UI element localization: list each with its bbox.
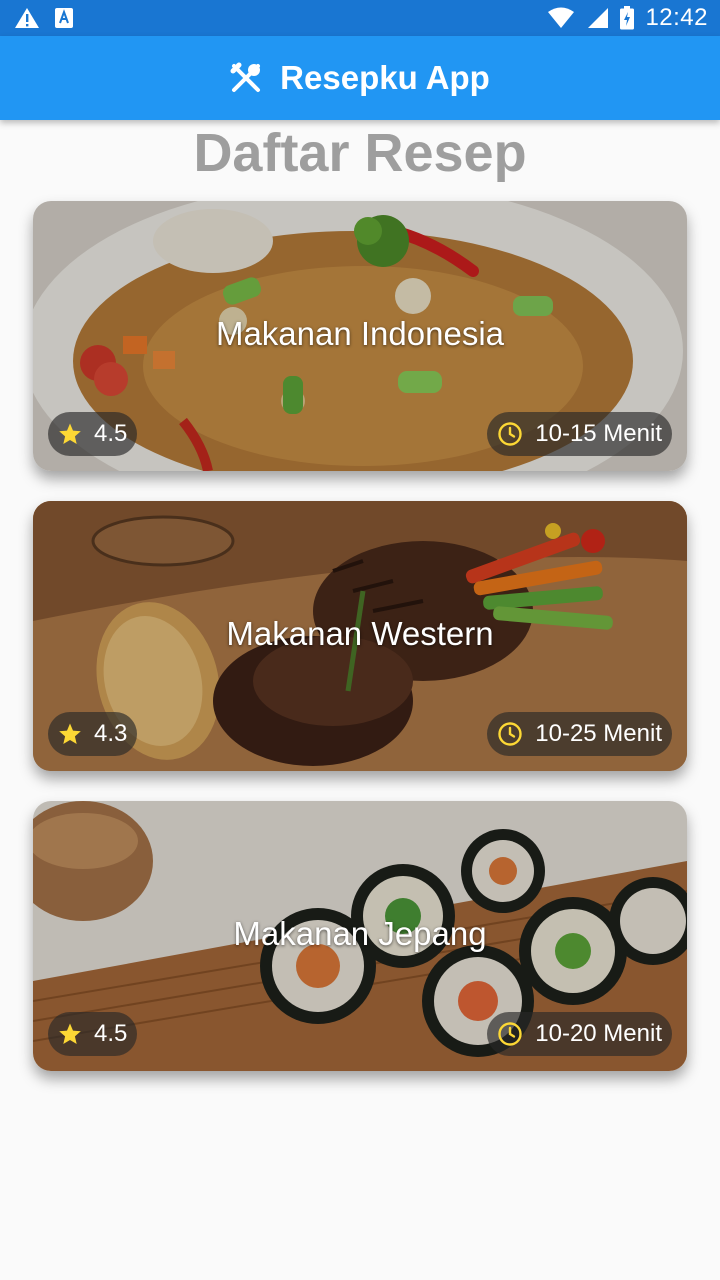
duration-value: 10-15 Menit bbox=[535, 420, 662, 447]
star-icon bbox=[59, 723, 81, 744]
battery-icon bbox=[620, 6, 635, 30]
clock-icon bbox=[498, 722, 522, 746]
rating-value: 4.5 bbox=[94, 1020, 128, 1047]
text-icon bbox=[55, 8, 73, 28]
card-title: Makanan Jepang bbox=[233, 915, 487, 952]
star-icon bbox=[59, 1023, 81, 1044]
utensils-icon bbox=[230, 62, 261, 92]
card-title: Makanan Western bbox=[226, 615, 494, 652]
rating-value: 4.5 bbox=[94, 420, 128, 447]
status-bar: 12:42 bbox=[0, 0, 720, 36]
rating-badge: 4.3 bbox=[48, 712, 138, 756]
warning-icon bbox=[15, 8, 39, 28]
duration-badge: 10-15 Menit bbox=[487, 412, 672, 456]
rating-value: 4.3 bbox=[94, 720, 128, 747]
duration-badge: 10-20 Menit bbox=[487, 1012, 672, 1056]
page-title: Daftar Resep bbox=[193, 123, 527, 183]
clock-icon bbox=[498, 1022, 522, 1046]
app-bar: Resepku App bbox=[0, 36, 720, 120]
recipe-card-western[interactable]: Makanan Western 4.3 10-25 Menit bbox=[33, 501, 687, 771]
app-title: Resepku App bbox=[280, 59, 490, 96]
rating-badge: 4.5 bbox=[48, 1012, 138, 1056]
duration-badge: 10-25 Menit bbox=[487, 712, 672, 756]
clock: 12:42 bbox=[645, 4, 708, 31]
star-icon bbox=[59, 423, 81, 444]
clock-icon bbox=[498, 422, 522, 446]
signal-icon bbox=[588, 8, 609, 28]
status-left bbox=[14, 7, 74, 29]
rating-badge: 4.5 bbox=[48, 412, 138, 456]
duration-value: 10-25 Menit bbox=[535, 720, 662, 747]
status-right: 12:42 bbox=[547, 4, 708, 32]
recipe-card-jepang[interactable]: Makanan Jepang 4.5 10-20 Menit bbox=[33, 801, 687, 1071]
duration-value: 10-20 Menit bbox=[535, 1020, 662, 1047]
wifi-icon bbox=[548, 7, 575, 28]
card-title: Makanan Indonesia bbox=[215, 315, 505, 352]
recipe-card-indonesia[interactable]: Makanan Indonesia 4.5 10-15 Menit bbox=[33, 201, 687, 471]
